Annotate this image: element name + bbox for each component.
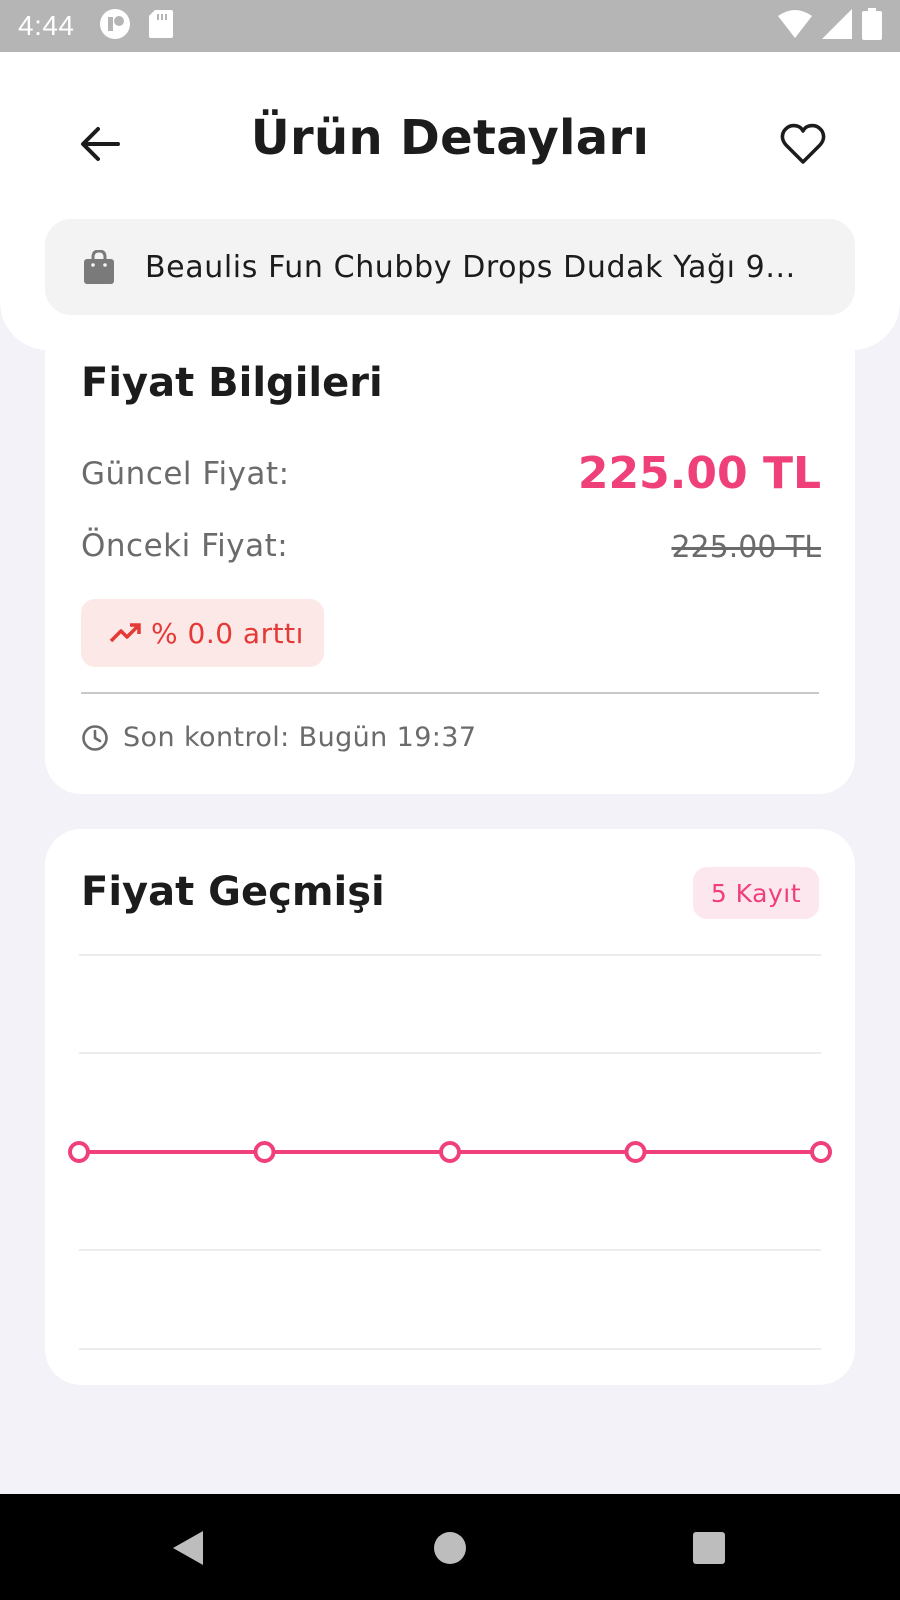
last-check-row: Son kontrol: Bugün 19:37 (81, 722, 476, 753)
divider (81, 692, 819, 694)
chart-data-point[interactable] (253, 1141, 276, 1163)
heart-outline-icon (780, 123, 826, 164)
current-price-label: Güncel Fiyat: (81, 456, 290, 492)
sd-card-icon (148, 10, 173, 42)
nav-recents-button[interactable] (679, 1522, 739, 1574)
app-header: Ürün Detayları Beaulis Fun Chubby Drops … (0, 52, 900, 350)
price-info-card: Fiyat Bilgileri Güncel Fiyat: 225.00 TL … (45, 300, 855, 794)
previous-price-value: 225.00 TL (671, 530, 821, 565)
chart-data-point[interactable] (624, 1141, 647, 1163)
nav-recents-icon (693, 1532, 725, 1564)
current-price-value: 225.00 TL (577, 448, 821, 499)
nav-home-button[interactable] (420, 1522, 480, 1574)
back-button[interactable] (70, 114, 130, 174)
shopping-bag-icon (84, 250, 114, 284)
clock-icon (82, 724, 108, 751)
last-check-text: Son kontrol: Bugün 19:37 (123, 722, 477, 753)
price-history-card: Fiyat Geçmişi 5 Kayıt (45, 829, 855, 1385)
chart-data-point[interactable] (810, 1141, 832, 1163)
product-name: Beaulis Fun Chubby Drops Dudak Yağı 9... (145, 249, 796, 285)
price-history-chart (68, 954, 832, 1350)
battery-icon (862, 8, 882, 44)
favorite-button[interactable] (772, 114, 834, 174)
product-name-bar: Beaulis Fun Chubby Drops Dudak Yağı 9... (45, 219, 855, 315)
notification-app-icon (99, 8, 131, 44)
wifi-icon (778, 10, 812, 42)
status-time: 4:44 (18, 10, 75, 41)
arrow-left-icon (81, 127, 120, 161)
price-info-title: Fiyat Bilgileri (81, 360, 383, 406)
nav-back-button[interactable] (158, 1522, 218, 1574)
chart-data-point[interactable] (439, 1141, 461, 1163)
price-change-text: % 0.0 arttı (151, 616, 304, 650)
price-change-badge: % 0.0 arttı (81, 599, 324, 667)
trending-up-icon (109, 623, 141, 643)
page-title: Ürün Detayları (250, 110, 650, 166)
signal-icon (822, 9, 852, 43)
nav-back-icon (173, 1531, 203, 1565)
chart-data-point[interactable] (68, 1141, 90, 1163)
nav-home-icon (434, 1532, 466, 1564)
status-bar: 4:44 (0, 0, 900, 52)
system-nav-bar (0, 1494, 900, 1600)
previous-price-label: Önceki Fiyat: (81, 528, 289, 564)
